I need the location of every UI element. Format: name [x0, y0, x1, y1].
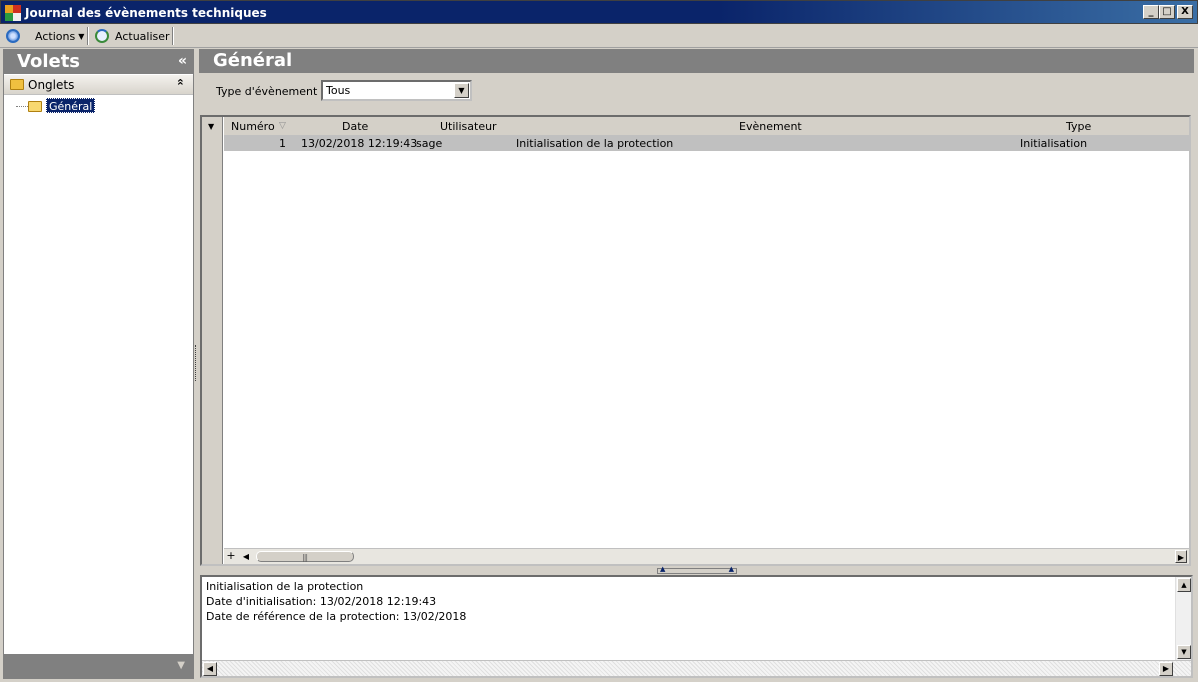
scroll-thumb[interactable]: ||| [256, 551, 354, 562]
detail-line: Date de référence de la protection: 13/0… [206, 610, 467, 623]
detail-line: Date d'initialisation: 13/02/2018 12:19:… [206, 595, 437, 608]
column-header-evenement[interactable]: Evènement [739, 120, 802, 133]
maximize-button[interactable]: □ [1159, 5, 1175, 19]
chevron-up-icon[interactable]: ⌃ ⌃ [176, 77, 185, 103]
actions-label: Actions [35, 29, 76, 43]
toolbar: Actions ▼ Actualiser [0, 24, 1198, 48]
grid-horizontal-scrollbar[interactable]: + ◀ ||| ▶ [224, 548, 1189, 564]
grip-icon: ||| [302, 553, 308, 562]
left-pane-footer: ▼ [4, 654, 193, 678]
cell-evenement: Initialisation de la protection [516, 137, 674, 150]
detail-horizontal-scrollbar[interactable]: ◀ ▶ [202, 660, 1191, 676]
actions-icon[interactable] [6, 26, 20, 46]
collapse-pane-icon[interactable]: « [178, 53, 187, 69]
add-row-button[interactable]: + [224, 550, 238, 563]
event-detail-pane[interactable]: Initialisation de la protection Date d'i… [200, 575, 1193, 678]
grid-header: Numéro ▽ Date Utilisateur Evènement Type [224, 117, 1189, 135]
actions-menu-button[interactable]: Actions ▼ [35, 26, 84, 46]
scroll-left-icon[interactable]: ◀ [203, 662, 217, 676]
column-header-type[interactable]: Type [1066, 120, 1091, 133]
volets-header: Volets « [4, 50, 193, 74]
table-row[interactable]: 1 13/02/2018 12:19:43 sage Initialisatio… [224, 135, 1189, 151]
cell-type: Initialisation [1020, 137, 1088, 150]
onglets-group-header[interactable]: Onglets ⌃ ⌃ [4, 75, 193, 95]
window-title: Journal des évènements techniques [25, 6, 267, 20]
chevron-down-icon[interactable]: ▼ [454, 83, 469, 98]
open-folder-icon [28, 101, 42, 112]
column-header-numero[interactable]: Numéro [231, 120, 275, 133]
folder-icon [10, 79, 24, 90]
refresh-button[interactable]: Actualiser [95, 26, 170, 46]
vertical-splitter[interactable] [195, 345, 198, 381]
cell-numero: 1 [279, 137, 286, 150]
general-header: Général [199, 49, 1194, 73]
collapse-up-icon: ▲ [728, 565, 734, 573]
tree-item-general[interactable]: Général [46, 98, 96, 113]
column-chooser-icon[interactable]: ▼ [208, 122, 214, 131]
scroll-right-icon[interactable]: ▶ [1159, 662, 1173, 676]
refresh-label: Actualiser [115, 29, 170, 43]
event-type-select[interactable]: Tous ▼ [321, 80, 472, 101]
events-grid: ▼ Numéro ▽ Date Utilisateur Evènement Ty… [200, 115, 1191, 566]
detail-line: Initialisation de la protection [206, 580, 364, 593]
detail-vertical-scrollbar[interactable]: ▲ ▼ [1175, 577, 1191, 660]
title-bar[interactable]: Journal des évènements techniques _ □ X [0, 0, 1198, 24]
grid-row-selector-column: ▼ [202, 117, 223, 564]
toolbar-separator [87, 27, 89, 45]
sort-icon: ▽ [279, 121, 286, 131]
chevron-down-icon: ▼ [78, 31, 85, 41]
refresh-icon [95, 29, 109, 43]
event-type-label: Type d'évènement : [216, 85, 325, 98]
event-type-value: Tous [326, 84, 351, 97]
left-pane: Volets « Onglets ⌃ ⌃ Général ▼ [3, 49, 194, 679]
scroll-up-icon[interactable]: ▲ [1177, 578, 1191, 592]
onglets-label: Onglets [28, 78, 75, 92]
cell-date: 13/02/2018 12:19:43 [301, 137, 418, 150]
cell-utilisateur: sage [416, 137, 443, 150]
toolbar-separator [172, 27, 174, 45]
minimize-button[interactable]: _ [1143, 5, 1159, 19]
collapse-up-icon: ▲ [660, 565, 666, 573]
scroll-right-icon[interactable]: ▶ [1175, 550, 1187, 563]
scroll-down-icon[interactable]: ▼ [1177, 645, 1191, 659]
column-header-date[interactable]: Date [342, 120, 368, 133]
scroll-left-icon[interactable]: ◀ [240, 550, 252, 563]
column-header-utilisateur[interactable]: Utilisateur [440, 120, 497, 133]
page-title: Général [213, 50, 293, 71]
main-pane: Général Type d'évènement : Tous ▼ ▼ Numé… [199, 49, 1194, 679]
close-button[interactable]: X [1177, 5, 1193, 19]
chevron-down-icon[interactable]: ▼ [177, 660, 185, 671]
horizontal-splitter[interactable]: ▲ ▲ [657, 565, 737, 574]
volets-title: Volets [17, 51, 81, 72]
app-icon [5, 5, 21, 21]
